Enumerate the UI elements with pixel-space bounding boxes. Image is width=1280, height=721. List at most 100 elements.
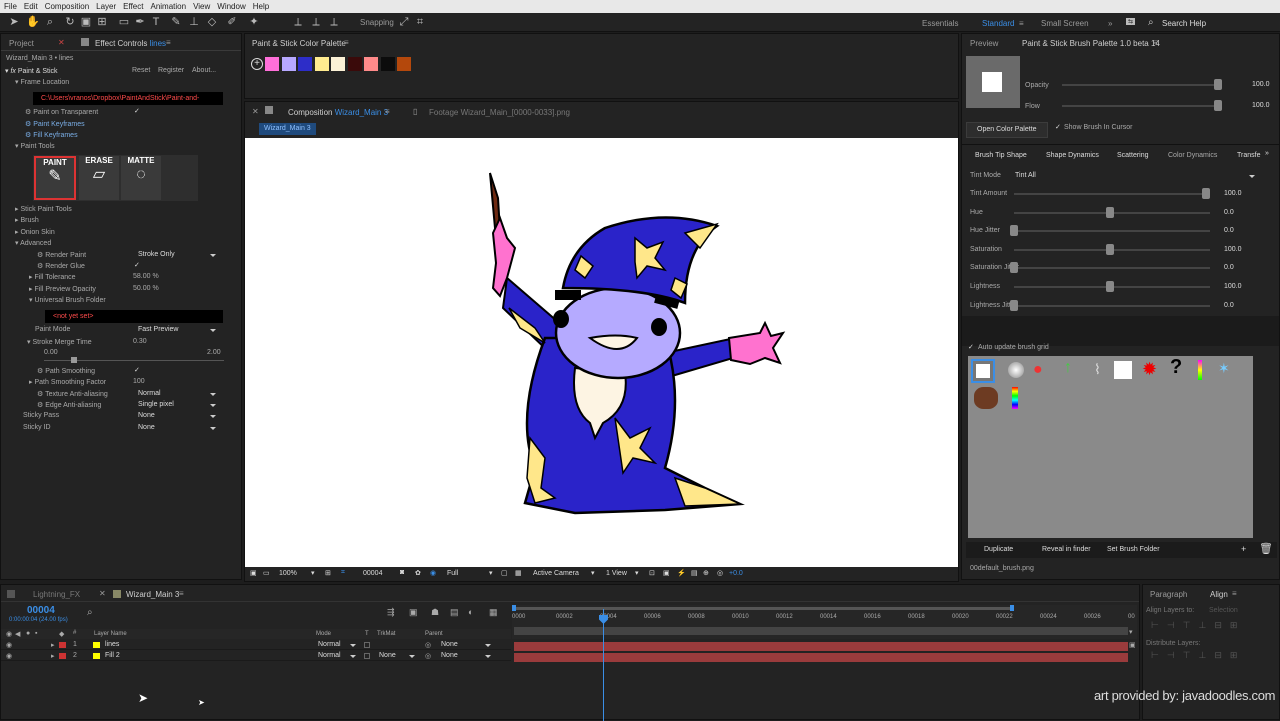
brush-group-label[interactable]: ▸ Brush: [15, 216, 39, 224]
channel-icon[interactable]: ✿: [415, 569, 421, 577]
tint-mode-dropdown[interactable]: Tint All: [1015, 172, 1255, 179]
brush-splat[interactable]: ✹: [1142, 359, 1157, 380]
add-brush-button[interactable]: +: [1241, 544, 1246, 554]
tab-brush-tip-shape[interactable]: Brush Tip Shape: [975, 152, 1027, 159]
stroke-merge-time-label[interactable]: ▾ Stroke Merge Time: [27, 338, 92, 346]
comp-breadcrumb[interactable]: Wizard_Main 3: [259, 123, 316, 135]
brush-square[interactable]: [1114, 361, 1132, 379]
timeline-icon[interactable]: ▤: [691, 569, 698, 577]
brush-rainbow-line[interactable]: [1198, 360, 1202, 380]
flow-value[interactable]: 100.0: [1252, 102, 1270, 109]
layer-mode-dropdown[interactable]: Normal: [318, 641, 356, 648]
draft-3d-icon[interactable]: ▣: [409, 607, 418, 618]
dynamics-slider-knob[interactable]: [1106, 281, 1114, 292]
graph-editor-icon[interactable]: ▦: [489, 607, 498, 618]
search-icon[interactable]: ⌕: [87, 607, 93, 618]
trkmat-dropdown[interactable]: None: [379, 652, 415, 659]
tab-brush-palette[interactable]: Paint & Stick Brush Palette 1.0 beta 14: [1022, 39, 1160, 48]
brush-soft-round[interactable]: [1008, 362, 1024, 378]
layer-name[interactable]: Fill 2: [105, 652, 120, 659]
paint-tools-label[interactable]: ▾ Paint Tools: [15, 142, 55, 150]
align-buttons[interactable]: ⊢⊣⊤⊥⊟⊞: [1151, 620, 1245, 631]
eye-icon[interactable]: ◉: [6, 630, 12, 638]
chevron-down-icon[interactable]: ▾: [489, 569, 493, 577]
tab-lightning-fx[interactable]: Lightning_FX: [33, 590, 80, 599]
universal-brush-folder-label[interactable]: ▾ Universal Brush Folder: [29, 296, 106, 304]
path-smoothing-factor-value[interactable]: 100: [133, 378, 145, 385]
close-icon[interactable]: ✕: [99, 589, 106, 598]
label-color[interactable]: [59, 653, 66, 659]
color-swatch[interactable]: [281, 57, 296, 71]
tab-color-palette[interactable]: Paint & Stick Color Palette: [252, 39, 346, 48]
col-t[interactable]: T: [365, 631, 369, 637]
brush-folder-path[interactable]: <not yet set>: [45, 310, 223, 323]
brush-tool-icon[interactable]: ✎: [170, 16, 182, 28]
auto-update-checkbox[interactable]: ✓: [968, 343, 974, 351]
close-comp-icon[interactable]: ✕: [252, 107, 259, 116]
camera-dropdown[interactable]: Active Camera: [533, 570, 579, 577]
frame-blending-icon[interactable]: ▤: [450, 607, 459, 618]
frame-location-label[interactable]: ▾ Frame Location: [15, 78, 69, 86]
tab-scattering[interactable]: Scattering: [1117, 152, 1149, 159]
col-mode[interactable]: Mode: [316, 631, 331, 637]
frame-location-path[interactable]: C:\Users\vranos\Dropbox\PaintAndStick\Pa…: [33, 92, 223, 105]
paint-keyframes-row[interactable]: ⚙ Paint Keyframes: [25, 120, 85, 128]
preserve-transparency-box[interactable]: [364, 642, 370, 648]
dynamics-slider[interactable]: [1010, 225, 1210, 237]
dynamics-value[interactable]: 100.0: [1224, 190, 1242, 197]
dynamics-slider-knob[interactable]: [1010, 262, 1018, 274]
dynamics-slider[interactable]: [1014, 206, 1210, 218]
paint-mode-dropdown[interactable]: Fast Preview: [138, 326, 216, 333]
reset-link[interactable]: Reset: [132, 67, 150, 74]
opacity-value[interactable]: 100.0: [1252, 81, 1270, 88]
hand-tool-icon[interactable]: ✋: [26, 16, 40, 28]
solo-icon[interactable]: ●: [26, 630, 30, 637]
mask-icon[interactable]: ⌗: [341, 569, 345, 577]
type-tool-icon[interactable]: T: [150, 16, 162, 28]
erase-tool-button[interactable]: ERASE ▱: [79, 156, 119, 200]
toggle-pixel-icon[interactable]: ⊡: [649, 569, 655, 577]
distribute-buttons[interactable]: ⊢⊣⊤⊥⊟⊞: [1151, 650, 1245, 661]
menu-view[interactable]: View: [193, 2, 210, 11]
about-link[interactable]: About...: [192, 67, 216, 74]
path-smoothing-checkbox[interactable]: ✓: [134, 366, 140, 374]
color-swatch[interactable]: [265, 57, 279, 71]
magnification-dropdown[interactable]: 100%: [279, 570, 297, 577]
tab-transfer[interactable]: Transfe: [1237, 152, 1260, 159]
dynamics-slider-knob[interactable]: [1010, 225, 1018, 237]
dynamics-slider[interactable]: [1014, 281, 1210, 292]
menu-help[interactable]: Help: [253, 2, 269, 11]
tab-composition[interactable]: Composition Wizard_Main 3: [288, 108, 388, 117]
camera-tool-icon[interactable]: ▣: [80, 16, 92, 28]
chevron-down-icon[interactable]: ▾: [311, 569, 315, 577]
panel-menu-icon[interactable]: ≡: [385, 107, 390, 116]
parent-dropdown[interactable]: None: [441, 652, 491, 659]
fill-preview-opacity-label[interactable]: ▸ Fill Preview Opacity: [29, 285, 96, 293]
sticky-id-dropdown[interactable]: None: [138, 424, 216, 431]
brush-texture[interactable]: [974, 387, 998, 409]
zoom-tool-icon[interactable]: ⌕: [44, 16, 56, 28]
workspace-small-screen[interactable]: Small Screen: [1041, 19, 1089, 28]
selection-tool-icon[interactable]: ➤: [8, 16, 20, 28]
dynamics-slider-knob[interactable]: [1106, 206, 1114, 218]
opacity-slider[interactable]: [1062, 79, 1222, 90]
layer-bar-lines[interactable]: [514, 642, 1128, 651]
fill-preview-opacity-value[interactable]: 50.00 %: [133, 285, 159, 292]
workspace-standard[interactable]: Standard: [982, 19, 1014, 28]
axis-local-icon[interactable]: ⟂: [292, 16, 304, 28]
chevron-right-icon[interactable]: ▸: [51, 641, 55, 649]
menu-effect[interactable]: Effect: [123, 2, 143, 11]
tab-footage[interactable]: Footage Wizard_Main_[0000-0033].png: [429, 108, 570, 117]
chevron-down-icon[interactable]: ▾: [591, 569, 595, 577]
stick-paint-tools-label[interactable]: ▸ Stick Paint Tools: [15, 205, 72, 213]
grid-icon[interactable]: ⊞: [325, 569, 331, 577]
layer-row[interactable]: ◉ ▸ 2 Fill 2 Normal None ◎ None: [1, 651, 511, 661]
fill-keyframes-row[interactable]: ⚙ Fill Keyframes: [25, 131, 78, 139]
current-frame[interactable]: 00004: [363, 570, 382, 577]
tab-effect-controls[interactable]: Effect Controls lines: [95, 39, 166, 48]
tab-wizard-main-3[interactable]: Wizard_Main 3: [126, 590, 179, 599]
layer-bar-fill-2[interactable]: [514, 653, 1128, 662]
panel-menu-icon[interactable]: ≡: [166, 38, 171, 47]
parent-dropdown[interactable]: None: [441, 641, 491, 648]
tab-paragraph[interactable]: Paragraph: [1150, 590, 1187, 599]
